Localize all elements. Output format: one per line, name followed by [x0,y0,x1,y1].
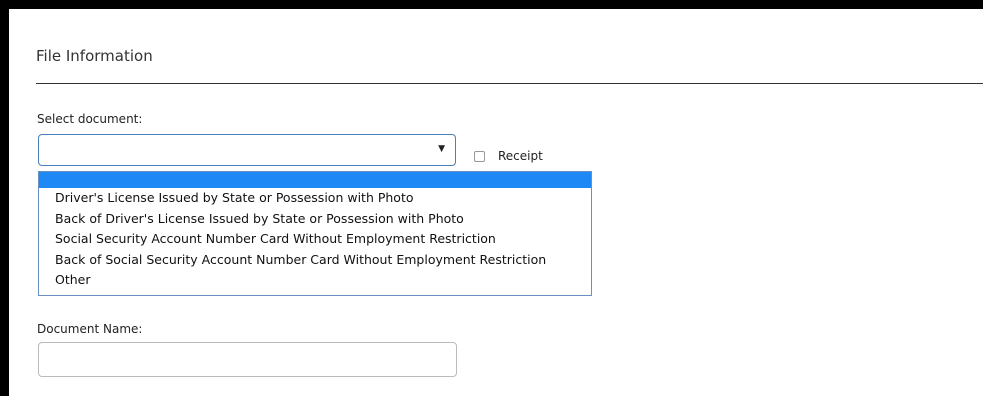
receipt-checkbox-group[interactable]: Receipt [474,149,543,163]
document-name-label: Document Name: [37,322,143,336]
dropdown-arrow-icon[interactable]: ▼ [438,144,445,154]
dropdown-option[interactable]: Back of Social Security Account Number C… [39,250,591,271]
document-name-input[interactable] [38,342,457,377]
dropdown-option[interactable]: Other [39,270,591,291]
receipt-checkbox[interactable] [474,150,485,162]
dropdown-option-blank-highlighted[interactable] [39,172,591,188]
dropdown-option[interactable]: Back of Driver's License Issued by State… [39,209,591,230]
select-document-label: Select document: [37,112,143,126]
section-divider [36,83,983,84]
section-title: File Information [36,47,153,65]
file-information-panel: File Information Select document: ▼ Rece… [9,9,983,396]
document-dropdown-list: Driver's License Issued by State or Poss… [38,171,592,296]
receipt-label[interactable]: Receipt [498,149,543,163]
dropdown-option[interactable]: Social Security Account Number Card With… [39,229,591,250]
dropdown-option[interactable]: Driver's License Issued by State or Poss… [39,188,591,209]
document-select[interactable]: ▼ [38,134,456,166]
